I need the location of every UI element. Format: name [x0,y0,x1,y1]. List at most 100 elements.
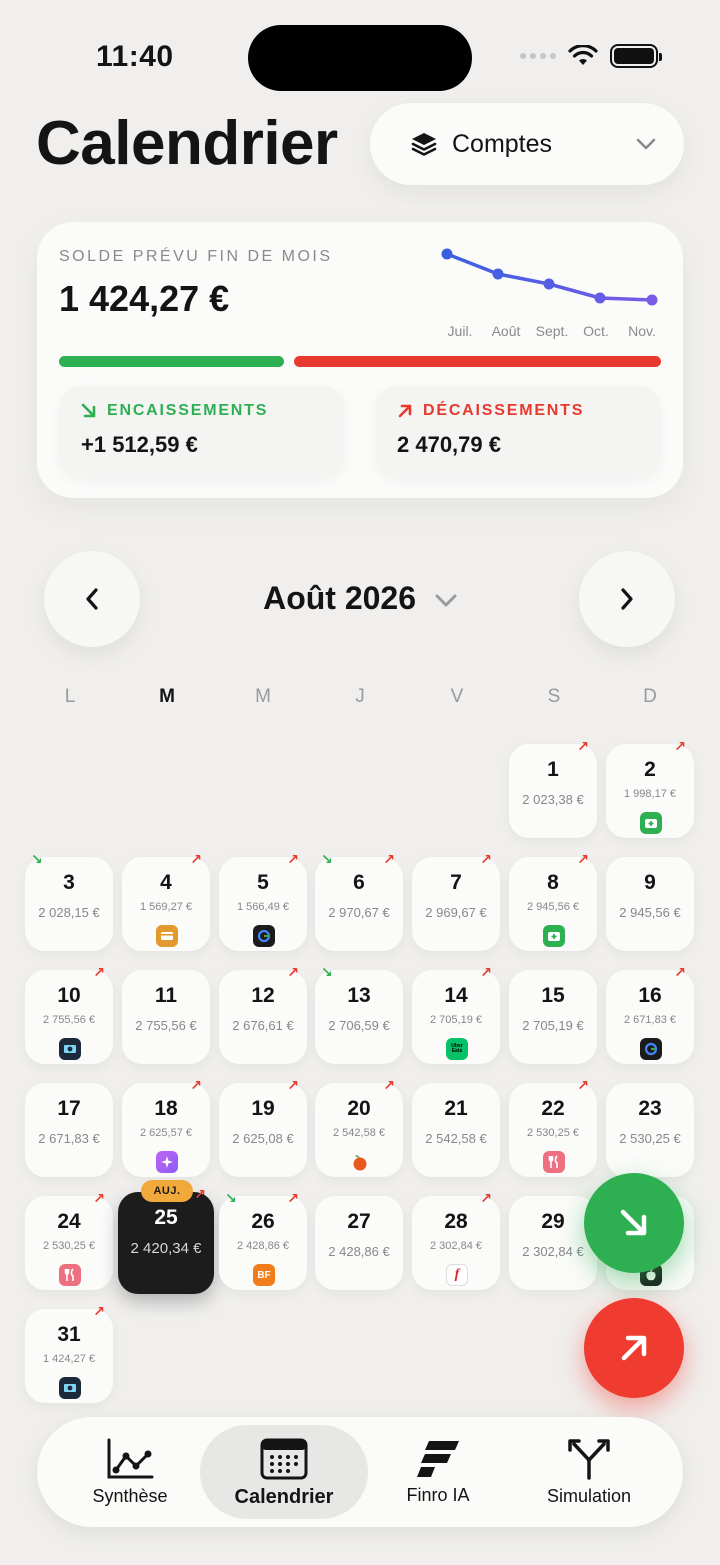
calendar-day[interactable]: 9 2 945,56 € [606,857,694,951]
outflow-box[interactable]: DÉCAISSEMENTS 2 470,79 € [375,386,661,478]
day-number: 18 [154,1097,178,1120]
outflow-marker-icon: ↗ [190,1077,202,1093]
calendar-day[interactable]: ↗ 28 2 302,84 € f [412,1190,500,1290]
day-number: 31 [57,1323,81,1346]
day-number: 27 [347,1210,371,1233]
weekday-label: V [450,686,464,707]
accounts-select[interactable]: Comptes [370,103,684,185]
calendar-icon [260,1438,308,1479]
free-icon: f [446,1264,468,1286]
day-number: 26 [251,1210,275,1233]
accounts-label: Comptes [452,129,553,158]
day-number: 5 [257,871,269,894]
forecast-label: SOLDE PRÉVU FIN DE MOIS [59,248,333,265]
day-number: 24 [57,1210,81,1233]
tab-synthese[interactable]: Synthèse [73,1417,187,1527]
day-number: 21 [444,1097,468,1120]
day-number: 14 [444,984,468,1007]
calendar-day[interactable]: ↘ 3 2 028,15 € [25,851,113,951]
outflow-marker-icon: ↗ [287,851,299,867]
day-balance: 2 625,08 € [232,1131,294,1146]
day-balance: 2 969,67 € [425,905,487,920]
tab-calendrier[interactable]: Calendrier [200,1425,368,1519]
cellular-signal-icon [520,53,556,59]
outflow-marker-icon: ↗ [480,964,492,980]
day-number: 22 [541,1097,565,1120]
add-inflow-button[interactable] [584,1173,684,1273]
health-icon [640,812,662,834]
day-balance: 2 755,56 € [43,1014,95,1026]
line-chart-icon [107,1438,154,1478]
day-number: 20 [347,1097,371,1120]
calendar-day[interactable]: ↗ 16 2 671,83 € [606,964,694,1064]
calendar-day[interactable]: ↗ 5 1 566,49 € [219,851,307,951]
calendar-day[interactable]: ↗ 18 2 625,57 € [122,1077,210,1177]
calendar-day[interactable]: ↗ 7 2 969,67 € [412,851,500,951]
calendar-day[interactable]: ↗ 4 1 569,27 € [122,851,210,951]
calendar-day[interactable]: 15 2 705,19 € [509,970,597,1064]
calendar-day[interactable]: 17 2 671,83 € [25,1083,113,1177]
day-balance: 1 569,27 € [140,901,192,913]
calendar-day[interactable]: ↗ 10 2 755,56 € [25,964,113,1064]
calendar-day[interactable]: 29 2 302,84 € [509,1196,597,1290]
calendar-day[interactable]: ↗ 2 1 998,17 € [606,738,694,838]
add-outflow-button[interactable] [584,1298,684,1398]
weekday-label: L [64,686,76,707]
calendar-day[interactable]: ↗ 1 2 023,38 € [509,738,597,838]
forecast-summary-card[interactable]: SOLDE PRÉVU FIN DE MOIS 1 424,27 € Juil.… [37,222,683,498]
day-number: 28 [444,1210,468,1233]
next-month-button[interactable] [579,551,675,647]
inflow-box[interactable]: ENCAISSEMENTS +1 512,59 € [59,386,345,478]
calendar-day[interactable]: 23 2 530,25 € [606,1083,694,1177]
calendar-day[interactable]: ↘ ↗ 6 2 970,67 € [315,851,403,951]
inflow-value: +1 512,59 € [81,432,198,457]
day-balance: 2 945,56 € [619,905,681,920]
outflow-label: DÉCAISSEMENTS [423,402,585,419]
forecast-amount: 1 424,27 € [59,278,230,319]
calendar-day[interactable]: ↗ 22 2 530,25 € [509,1077,597,1177]
balance-trend-chart: Juil. Août Sept. Oct. Nov. [441,248,658,339]
calendar-day[interactable]: ↗ 12 2 676,61 € [219,964,307,1064]
outflow-marker-icon: ↗ [190,851,202,867]
tab-finro-ia[interactable]: Finro IA [383,1417,493,1527]
outflow-marker-icon: ↗ [93,1303,105,1319]
day-balance: 2 705,19 € [430,1014,482,1026]
outflow-marker-icon: ↗ [674,964,686,980]
chevron-down-icon [435,594,457,607]
tab-label: Calendrier [234,1485,334,1508]
inflow-bar [59,356,284,367]
outflow-marker-icon: ↗ [287,964,299,980]
calendar-day-today[interactable]: ↗ 25 2 420,34 € [118,1186,214,1294]
calendar-day[interactable]: ↗ 31 1 424,27 € [25,1303,113,1403]
arrow-down-right-icon [620,1209,647,1236]
calendar-day[interactable]: 11 2 755,56 € [122,970,210,1064]
outflow-marker-icon: ↗ [577,738,589,754]
calendar-day[interactable]: ↗ 14 2 705,19 € Uber Eats [412,964,500,1064]
day-balance: 2 542,58 € [425,1131,487,1146]
restaurant-icon [59,1264,81,1286]
day-number: 17 [57,1097,81,1120]
bank-icon [59,1377,81,1399]
trend-month-label: Juil. [448,323,473,339]
calendar-day[interactable]: ↘ ↗ 26 2 428,86 € BF [219,1190,307,1290]
trend-month-label: Oct. [583,323,609,339]
calendar-day[interactable]: ↘ 13 2 706,59 € [315,964,403,1064]
calendar-day[interactable]: ↗ 24 2 530,25 € [25,1190,113,1290]
uber-eats-icon: Uber Eats [446,1038,468,1060]
calendar-day[interactable]: 27 2 428,86 € [315,1196,403,1290]
day-number: 23 [638,1097,662,1120]
restaurant-icon [543,1151,565,1173]
tab-simulation[interactable]: Simulation [529,1417,649,1527]
calendar-day[interactable]: 21 2 542,58 € [412,1083,500,1177]
calendar-day[interactable]: ↗ 19 2 625,08 € [219,1077,307,1177]
outflow-marker-icon: ↗ [287,1077,299,1093]
arrow-down-right-icon [81,403,96,418]
card-icon [156,925,178,947]
outflow-marker-icon: ↗ [577,851,589,867]
calendar-day[interactable]: ↗ 8 2 945,56 € [509,851,597,951]
arrow-up-right-icon [398,404,412,418]
day-number: 1 [547,758,559,781]
month-label: Août 2026 [263,580,417,616]
outflow-marker-icon: ↗ [287,1190,299,1206]
calendar-day[interactable]: ↗ 20 2 542,58 € [315,1077,403,1177]
